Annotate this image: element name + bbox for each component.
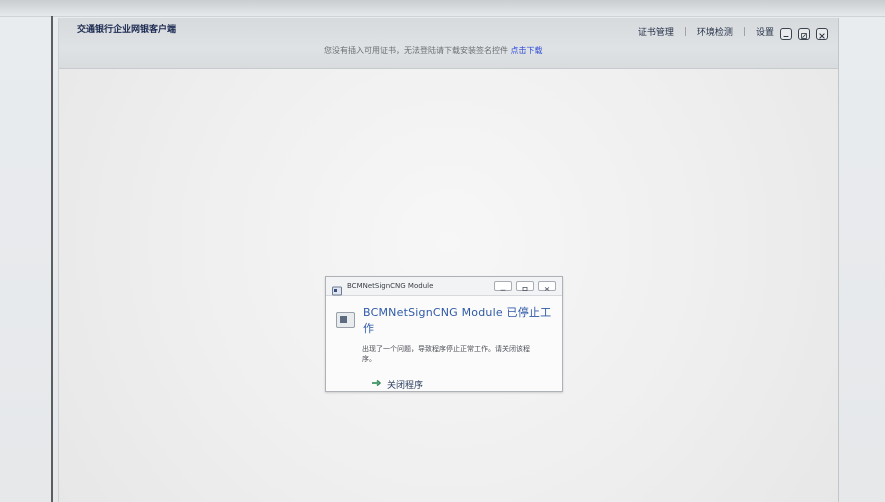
main-content: BCMNetSignCNG Module BCMNetSignCNG Modul… bbox=[59, 69, 838, 502]
dialog-maximize-button[interactable] bbox=[516, 281, 534, 291]
dialog-close-button[interactable] bbox=[538, 281, 556, 291]
header-notice-text: 您没有插入可用证书，无法登陆请下载安装签名控件 bbox=[324, 46, 508, 55]
app-window: 交通银行企业网银客户端 您没有插入可用证书，无法登陆请下载安装签名控件 点击下载… bbox=[58, 18, 839, 502]
dialog-body: BCMNetSignCNG Module 已停止工作 出现了一个问题，导致程序停… bbox=[326, 296, 562, 391]
header-separator: | bbox=[742, 26, 746, 37]
header-link-settings[interactable]: 设置 bbox=[754, 25, 776, 38]
close-button[interactable] bbox=[816, 28, 828, 40]
program-icon bbox=[336, 312, 356, 328]
restore-icon bbox=[800, 25, 808, 44]
close-icon bbox=[818, 25, 826, 44]
screen-left-edge bbox=[51, 16, 53, 502]
error-dialog: BCMNetSignCNG Module BCMNetSignCNG Modul… bbox=[325, 276, 563, 392]
header-link-certificates[interactable]: 证书管理 bbox=[636, 25, 676, 38]
app-header: 交通银行企业网银客户端 您没有插入可用证书，无法登陆请下载安装签名控件 点击下载… bbox=[59, 18, 838, 69]
top-strip bbox=[0, 0, 885, 17]
download-link[interactable]: 点击下载 bbox=[511, 46, 543, 55]
dialog-titlebar: BCMNetSignCNG Module bbox=[326, 277, 562, 296]
header-link-environment[interactable]: 环境检测 bbox=[695, 25, 735, 38]
dialog-minimize-button[interactable] bbox=[494, 281, 512, 291]
dialog-title: BCMNetSignCNG Module bbox=[347, 282, 434, 290]
header-links: 证书管理 | 环境检测 | 设置 bbox=[636, 25, 776, 39]
arrow-right-icon bbox=[371, 378, 381, 391]
header-separator: | bbox=[683, 26, 687, 37]
close-program-label: 关闭程序 bbox=[387, 381, 424, 391]
dialog-controls bbox=[494, 281, 556, 291]
dialog-close-icon bbox=[543, 277, 551, 296]
header-notice: 您没有插入可用证书，无法登陆请下载安装签名控件 点击下载 bbox=[324, 45, 543, 56]
app-module-icon bbox=[332, 281, 342, 296]
dialog-minimize-icon bbox=[499, 277, 507, 296]
minimize-button[interactable] bbox=[780, 28, 792, 40]
dialog-maximize-icon bbox=[521, 277, 529, 296]
window-controls bbox=[780, 28, 828, 40]
app-title: 交通银行企业网银客户端 bbox=[77, 25, 177, 35]
dialog-description: 出现了一个问题，导致程序停止正常工作。请关闭该程序。 bbox=[362, 345, 530, 363]
dialog-heading-row: BCMNetSignCNG Module 已停止工作 bbox=[336, 304, 552, 336]
restore-button[interactable] bbox=[798, 28, 810, 40]
dialog-heading: BCMNetSignCNG Module 已停止工作 bbox=[363, 306, 552, 335]
minimize-icon bbox=[782, 25, 790, 44]
close-program-action[interactable]: 关闭程序 bbox=[371, 378, 552, 391]
